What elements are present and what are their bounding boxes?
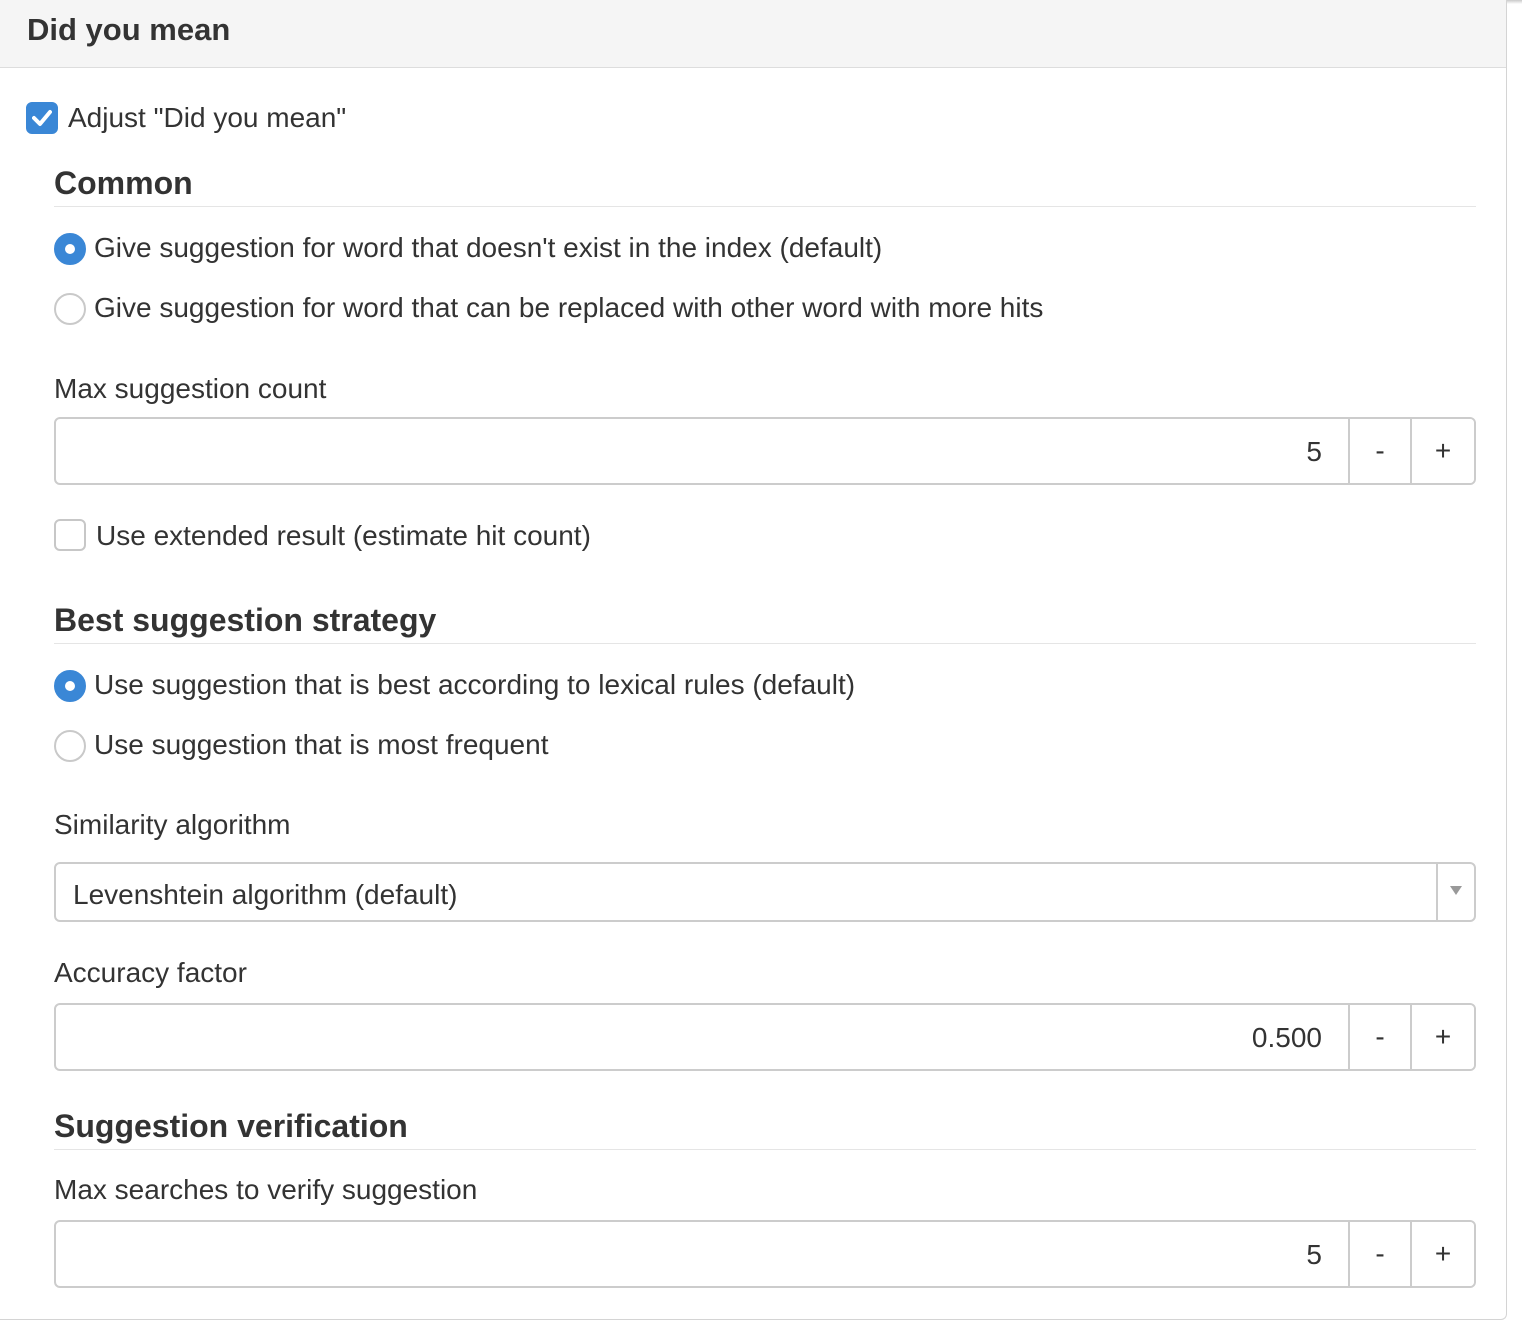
- max-suggestion-count-spinner: 5 - +: [54, 417, 1476, 485]
- radio-suggest-nonexistent-label[interactable]: Give suggestion for word that doesn't ex…: [94, 232, 882, 264]
- verification-divider: [54, 1149, 1476, 1150]
- max-searches-label: Max searches to verify suggestion: [54, 1174, 478, 1205]
- max-suggestion-count-increment-button[interactable]: +: [1410, 419, 1474, 483]
- max-searches-decrement-button[interactable]: -: [1348, 1222, 1410, 1286]
- radio-suggest-more-hits[interactable]: [54, 293, 86, 325]
- max-suggestion-count-label: Max suggestion count: [54, 373, 327, 404]
- accuracy-factor-increment-button[interactable]: +: [1410, 1005, 1474, 1069]
- similarity-algorithm-value: Levenshtein algorithm (default): [73, 879, 458, 910]
- accuracy-factor-spinner: 0.500 - +: [54, 1003, 1476, 1071]
- adjust-did-you-mean-label[interactable]: Adjust "Did you mean": [68, 102, 346, 134]
- radio-lexical-rules-label[interactable]: Use suggestion that is best according to…: [94, 669, 855, 701]
- caret-down-icon: [1450, 886, 1462, 895]
- strategy-divider: [54, 643, 1476, 644]
- radio-most-frequent-label[interactable]: Use suggestion that is most frequent: [94, 729, 548, 761]
- strategy-heading: Best suggestion strategy: [54, 602, 437, 638]
- extended-result-label[interactable]: Use extended result (estimate hit count): [96, 520, 591, 552]
- select-arrow[interactable]: [1436, 864, 1474, 920]
- did-you-mean-panel: Did you mean Adjust "Did you mean" Commo…: [0, 0, 1507, 1320]
- adjust-did-you-mean-checkbox[interactable]: [26, 102, 58, 134]
- checkmark-icon: [32, 110, 52, 126]
- radio-most-frequent[interactable]: [54, 730, 86, 762]
- max-suggestion-count-input[interactable]: 5: [1306, 436, 1322, 468]
- radio-lexical-rules[interactable]: [54, 670, 86, 702]
- radio-suggest-nonexistent[interactable]: [54, 233, 86, 265]
- common-divider: [54, 206, 1476, 207]
- accuracy-factor-label: Accuracy factor: [54, 957, 247, 988]
- verification-heading: Suggestion verification: [54, 1108, 408, 1144]
- max-suggestion-count-decrement-button[interactable]: -: [1348, 419, 1410, 483]
- panel-header: Did you mean: [0, 0, 1506, 68]
- max-searches-input[interactable]: 5: [1306, 1239, 1322, 1271]
- radio-suggest-more-hits-label[interactable]: Give suggestion for word that can be rep…: [94, 292, 1043, 324]
- extended-result-checkbox[interactable]: [54, 519, 86, 551]
- similarity-algorithm-select[interactable]: Levenshtein algorithm (default): [54, 862, 1476, 922]
- panel-title: Did you mean: [27, 12, 231, 47]
- similarity-algorithm-label: Similarity algorithm: [54, 809, 291, 840]
- common-heading: Common: [54, 165, 193, 201]
- max-searches-spinner: 5 - +: [54, 1220, 1476, 1288]
- accuracy-factor-decrement-button[interactable]: -: [1348, 1005, 1410, 1069]
- accuracy-factor-input[interactable]: 0.500: [1252, 1022, 1322, 1054]
- max-searches-increment-button[interactable]: +: [1410, 1222, 1474, 1286]
